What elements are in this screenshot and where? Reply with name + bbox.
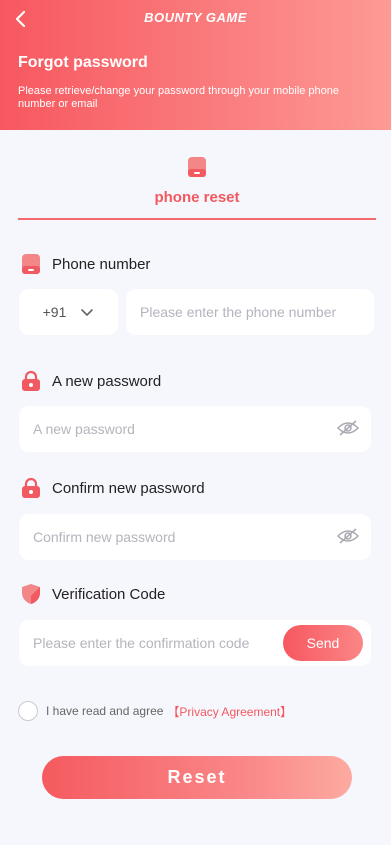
verification-code-label-text: Verification Code [52, 585, 166, 603]
agreement-text: I have read and agree [46, 704, 164, 718]
privacy-agreement-link[interactable]: 【Privacy Agreement】 [167, 703, 292, 720]
confirm-password-field [19, 514, 371, 560]
confirm-password-label: Confirm new password [20, 477, 205, 499]
new-password-label-text: A new password [52, 372, 162, 390]
tab-phone-reset[interactable]: phone reset [18, 152, 376, 222]
new-password-input[interactable] [19, 406, 371, 452]
new-password-field [19, 406, 371, 452]
country-code-value: +91 [42, 304, 67, 320]
new-password-label: A new password [20, 370, 161, 392]
verification-code-field: Send [19, 620, 371, 666]
phone-icon [188, 157, 206, 177]
chevron-down-icon [81, 309, 94, 316]
country-code-select[interactable]: +91 [19, 289, 118, 335]
reset-button[interactable]: Reset [42, 756, 352, 799]
tab-underline [18, 218, 376, 220]
agree-checkbox[interactable] [18, 701, 38, 721]
page-title: Forgot password [18, 54, 148, 71]
eye-off-icon[interactable] [337, 527, 359, 545]
app-logo: BOUNTY GAME [144, 10, 247, 25]
confirm-password-label-text: Confirm new password [52, 479, 205, 497]
eye-off-icon[interactable] [337, 419, 359, 437]
verification-code-input[interactable] [19, 620, 279, 666]
lock-icon [22, 477, 40, 498]
phone-icon [22, 254, 40, 274]
phone-number-label: Phone number [20, 253, 150, 275]
lock-icon [22, 370, 40, 391]
send-code-button[interactable]: Send [283, 625, 363, 661]
phone-input-wrapper [126, 289, 374, 335]
agreement-row: I have read and agree 【Privacy Agreement… [18, 701, 292, 721]
phone-number-label-text: Phone number [52, 255, 151, 273]
header: BOUNTY GAME Forgot password Please retri… [0, 0, 391, 130]
confirm-password-input[interactable] [19, 514, 371, 560]
phone-input[interactable] [126, 289, 374, 335]
verification-code-label: Verification Code [20, 583, 165, 605]
tab-label: phone reset [154, 189, 240, 206]
shield-icon [22, 584, 40, 604]
page-subtitle: Please retrieve/change your password thr… [18, 85, 340, 110]
